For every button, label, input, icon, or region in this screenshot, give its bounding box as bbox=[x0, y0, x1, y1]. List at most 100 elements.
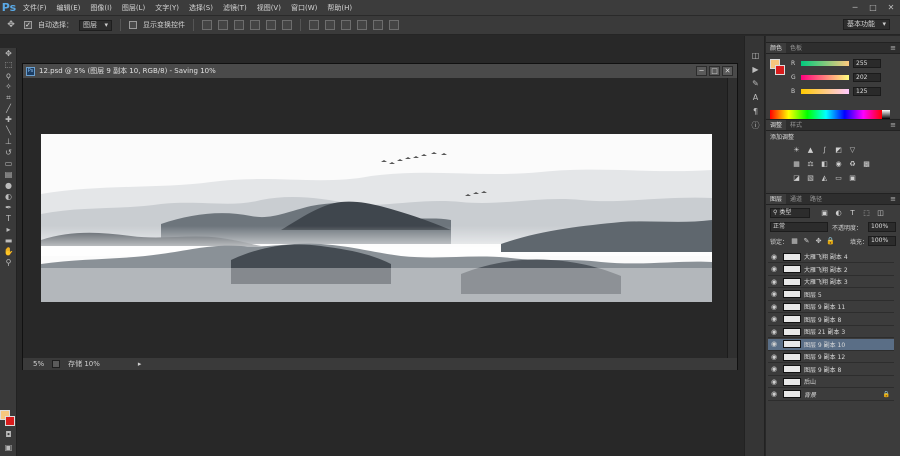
show-transform-checkbox[interactable] bbox=[129, 21, 137, 29]
blur-tool-icon[interactable]: ● bbox=[0, 180, 17, 191]
red-value[interactable]: 255 bbox=[853, 58, 881, 68]
color-balance-icon[interactable]: ⚖ bbox=[806, 160, 815, 168]
photo-filter-icon[interactable]: ◉ bbox=[834, 160, 843, 168]
crop-tool-icon[interactable]: ⌗ bbox=[0, 92, 17, 103]
gradient-map-icon[interactable]: ▭ bbox=[834, 174, 843, 182]
canvas-area[interactable] bbox=[23, 78, 727, 358]
visibility-eye-icon[interactable]: ◉ bbox=[768, 378, 780, 386]
maximize-button[interactable]: □ bbox=[864, 0, 882, 16]
menu-edit[interactable]: 编辑(E) bbox=[52, 0, 86, 16]
menu-select[interactable]: 选择(S) bbox=[184, 0, 218, 16]
visibility-eye-icon[interactable]: ◉ bbox=[768, 328, 780, 336]
visibility-eye-icon[interactable]: ◉ bbox=[768, 340, 780, 348]
distribute-bottom-icon[interactable] bbox=[341, 20, 351, 30]
layer-row[interactable]: ◉ 图层 21 副本 3 bbox=[768, 326, 894, 338]
layer-row[interactable]: ◉ 图层 9 副本 8 bbox=[768, 314, 894, 326]
auto-select-dropdown[interactable]: 图层 bbox=[79, 19, 112, 31]
menu-layer[interactable]: 图层(L) bbox=[117, 0, 150, 16]
ink-mountain-artwork[interactable] bbox=[41, 134, 712, 302]
filter-adjustment-icon[interactable]: ◐ bbox=[834, 209, 843, 217]
magic-wand-tool-icon[interactable]: ✧ bbox=[0, 81, 17, 92]
clone-stamp-tool-icon[interactable]: ⊥ bbox=[0, 136, 17, 147]
quick-mask-icon[interactable]: ◘ bbox=[0, 429, 17, 440]
layer-name[interactable]: 图层 9 副本 12 bbox=[804, 352, 845, 361]
pen-tool-icon[interactable]: ✒ bbox=[0, 202, 17, 213]
visibility-eye-icon[interactable]: ◉ bbox=[768, 290, 780, 298]
move-tool-icon[interactable]: ✥ bbox=[4, 18, 18, 32]
levels-icon[interactable]: ▲ bbox=[806, 146, 815, 154]
menu-help[interactable]: 帮助(H) bbox=[322, 0, 357, 16]
posterize-icon[interactable]: ▧ bbox=[806, 174, 815, 182]
blue-slider[interactable] bbox=[801, 88, 849, 94]
green-value[interactable]: 202 bbox=[853, 72, 881, 82]
lock-transparent-icon[interactable]: ▦ bbox=[790, 237, 799, 245]
lock-all-icon[interactable]: 🔒 bbox=[826, 237, 835, 245]
layer-name[interactable]: 大雁飞翔 副本 4 bbox=[804, 252, 848, 261]
grayscale-ramp[interactable] bbox=[882, 110, 890, 119]
fill-input[interactable]: 100% bbox=[868, 236, 896, 246]
black-white-icon[interactable]: ◧ bbox=[820, 160, 829, 168]
menu-view[interactable]: 视图(V) bbox=[252, 0, 286, 16]
status-arrow-icon[interactable]: ▸ bbox=[138, 360, 142, 368]
align-right-icon[interactable] bbox=[282, 20, 292, 30]
dodge-tool-icon[interactable]: ◐ bbox=[0, 191, 17, 202]
tab-layers[interactable]: 图层 bbox=[766, 194, 787, 204]
green-slider[interactable] bbox=[801, 74, 849, 80]
filter-shape-icon[interactable]: ⬚ bbox=[862, 209, 871, 217]
filter-pixel-icon[interactable]: ▣ bbox=[820, 209, 829, 217]
lock-position-icon[interactable]: ✥ bbox=[814, 237, 823, 245]
distribute-right-icon[interactable] bbox=[389, 20, 399, 30]
align-hcenter-icon[interactable] bbox=[266, 20, 276, 30]
visibility-eye-icon[interactable]: ◉ bbox=[768, 253, 780, 261]
color-lookup-icon[interactable]: ▩ bbox=[862, 160, 871, 168]
close-button[interactable]: ✕ bbox=[882, 0, 900, 16]
info-panel-icon[interactable]: ⓘ bbox=[745, 118, 766, 132]
zoom-level[interactable]: 5% bbox=[33, 360, 44, 368]
distribute-hcenter-icon[interactable] bbox=[373, 20, 383, 30]
zoom-tool-icon[interactable]: ⚲ bbox=[0, 257, 17, 268]
eyedropper-tool-icon[interactable]: ╱ bbox=[0, 103, 17, 114]
menu-image[interactable]: 图像(I) bbox=[85, 0, 117, 16]
menu-type[interactable]: 文字(Y) bbox=[150, 0, 184, 16]
panel-menu-icon[interactable]: ≡ bbox=[890, 120, 900, 130]
workspace-dropdown[interactable]: 基本功能 bbox=[843, 19, 890, 30]
layer-name[interactable]: 大雁飞翔 副本 3 bbox=[804, 277, 848, 286]
background-color-swatch[interactable] bbox=[5, 416, 15, 426]
align-top-icon[interactable] bbox=[202, 20, 212, 30]
visibility-eye-icon[interactable]: ◉ bbox=[768, 365, 780, 373]
eraser-tool-icon[interactable]: ▭ bbox=[0, 158, 17, 169]
align-left-icon[interactable] bbox=[250, 20, 260, 30]
path-select-tool-icon[interactable]: ▸ bbox=[0, 224, 17, 235]
tab-channels[interactable]: 通道 bbox=[786, 194, 806, 204]
layer-name[interactable]: 图层 9 副本 8 bbox=[804, 365, 841, 374]
healing-brush-tool-icon[interactable]: ✚ bbox=[0, 114, 17, 125]
document-close-button[interactable]: ✕ bbox=[722, 66, 733, 76]
type-tool-icon[interactable]: T bbox=[0, 213, 17, 224]
lasso-tool-icon[interactable]: ϙ bbox=[0, 70, 17, 81]
visibility-eye-icon[interactable]: ◉ bbox=[768, 303, 780, 311]
visibility-eye-icon[interactable]: ◉ bbox=[768, 390, 780, 398]
distribute-left-icon[interactable] bbox=[357, 20, 367, 30]
auto-select-checkbox[interactable]: ✓ bbox=[24, 21, 32, 29]
document-maximize-button[interactable]: □ bbox=[709, 66, 720, 76]
menu-file[interactable]: 文件(F) bbox=[18, 0, 52, 16]
tab-adjustments[interactable]: 调整 bbox=[766, 120, 787, 130]
visibility-eye-icon[interactable]: ◉ bbox=[768, 265, 780, 273]
hue-saturation-icon[interactable]: ▦ bbox=[792, 160, 801, 168]
tab-swatches[interactable]: 色板 bbox=[786, 43, 806, 53]
brushes-panel-icon[interactable]: ✎ bbox=[745, 76, 766, 90]
layer-name[interactable]: 背景 bbox=[804, 390, 816, 399]
lock-image-icon[interactable]: ✎ bbox=[802, 237, 811, 245]
document-titlebar[interactable]: Ps 12.psd @ 5% (图层 9 副本 10, RGB/8) - Sav… bbox=[23, 64, 737, 78]
brightness-icon[interactable]: ☀ bbox=[792, 146, 801, 154]
layer-name[interactable]: 大雁飞翔 副本 2 bbox=[804, 265, 848, 274]
visibility-eye-icon[interactable]: ◉ bbox=[768, 278, 780, 286]
panel-menu-icon[interactable]: ≡ bbox=[890, 194, 900, 204]
vibrance-icon[interactable]: ▽ bbox=[848, 146, 857, 154]
layer-name[interactable]: 图层 21 副本 3 bbox=[804, 327, 845, 336]
filter-type-icon[interactable]: T bbox=[848, 209, 857, 217]
tab-styles[interactable]: 样式 bbox=[786, 120, 806, 130]
tab-color[interactable]: 颜色 bbox=[766, 43, 787, 53]
visibility-eye-icon[interactable]: ◉ bbox=[768, 315, 780, 323]
blend-mode-dropdown[interactable]: 正常 bbox=[770, 222, 828, 232]
